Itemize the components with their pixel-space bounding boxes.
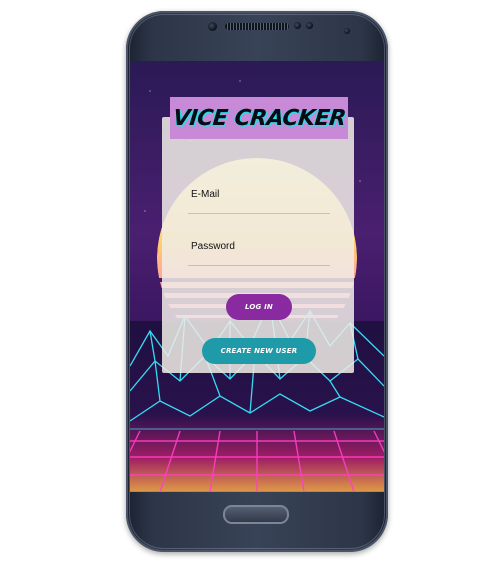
phone-screen: VICE CRACKER E-Mail Password LOG IN CREA… <box>130 61 384 492</box>
email-field[interactable] <box>188 199 330 214</box>
notification-led-icon <box>344 28 350 34</box>
app-title: VICE CRACKER <box>171 105 347 131</box>
create-user-button[interactable]: CREATE NEW USER <box>202 338 316 364</box>
mockup-stage: VICE CRACKER E-Mail Password LOG IN CREA… <box>0 0 500 567</box>
phone-device: VICE CRACKER E-Mail Password LOG IN CREA… <box>126 11 388 552</box>
light-sensor-icon <box>306 22 313 29</box>
password-field[interactable] <box>188 251 330 266</box>
home-button-icon[interactable] <box>223 505 289 524</box>
earpiece-speaker-icon <box>225 23 289 30</box>
front-camera-icon <box>208 22 217 31</box>
app-title-banner: VICE CRACKER <box>170 97 348 139</box>
proximity-sensor-icon <box>294 22 301 29</box>
login-button[interactable]: LOG IN <box>226 294 292 320</box>
